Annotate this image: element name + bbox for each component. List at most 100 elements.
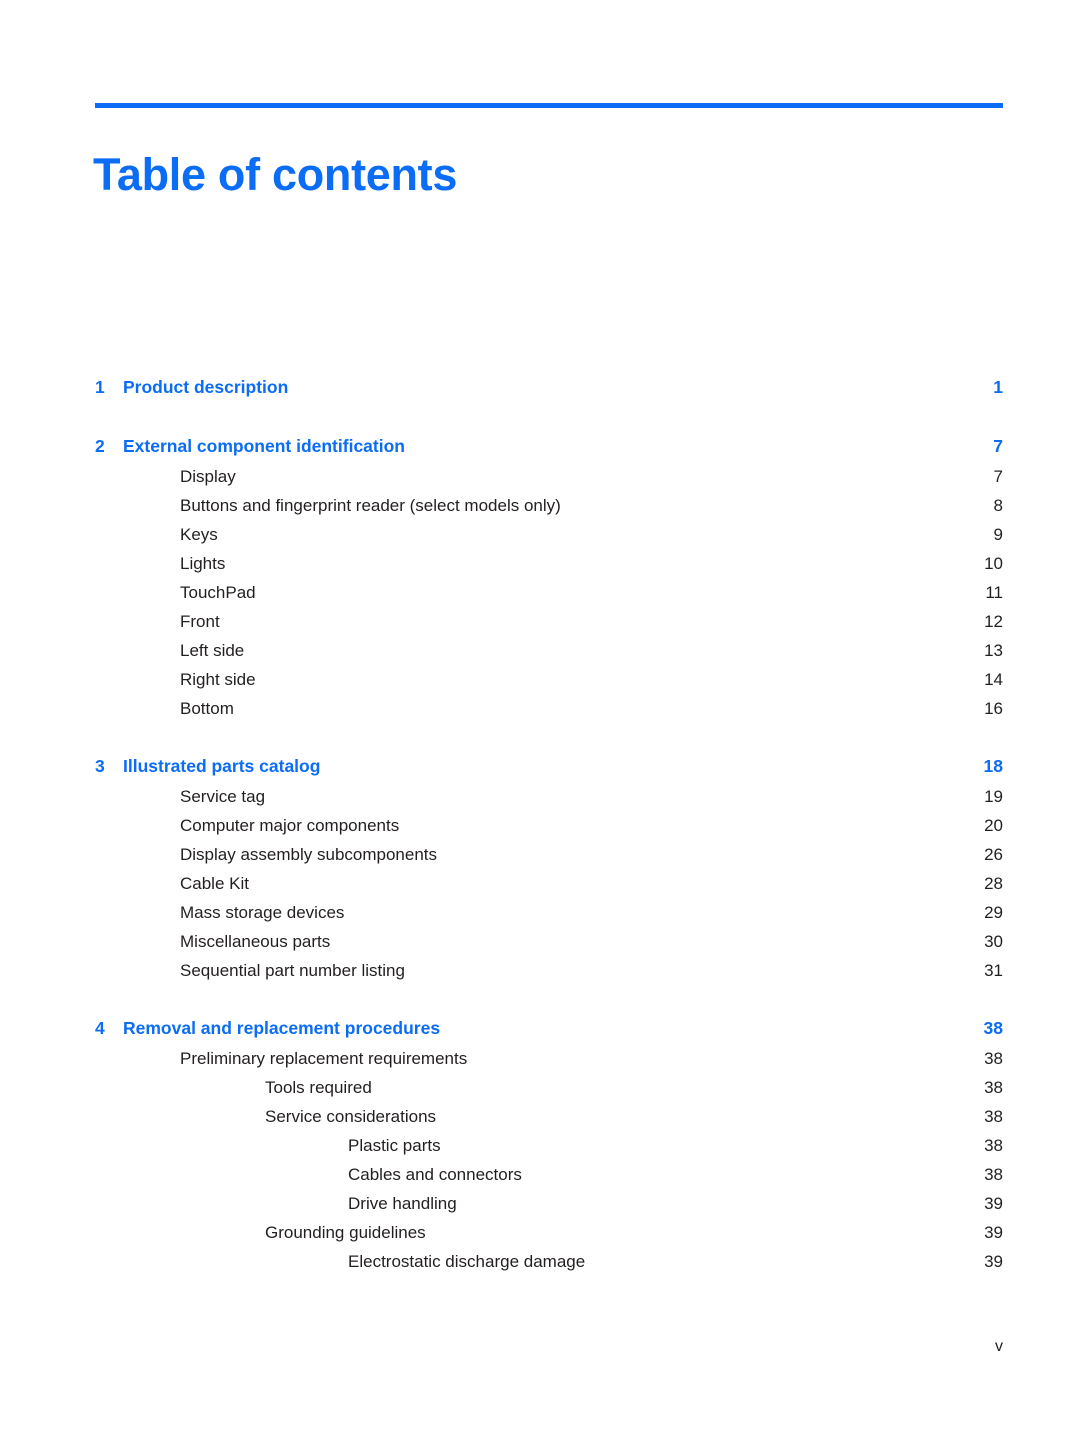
toc-leader-dots: [528, 1163, 957, 1180]
toc-entry-row[interactable]: Drive handling 39: [95, 1189, 1003, 1218]
toc-entry-row[interactable]: Service considerations 38: [95, 1102, 1003, 1131]
toc-entry-label: Product description: [123, 377, 289, 397]
toc-entry-label: Removal and replacement procedures: [123, 1018, 441, 1038]
toc-entry-row[interactable]: Buttons and fingerprint reader (select m…: [95, 491, 1003, 520]
toc-entry-row[interactable]: Lights 10: [95, 549, 1003, 578]
toc-entry-row[interactable]: Computer major components 20: [95, 811, 1003, 840]
toc-page-number: 7: [993, 436, 1003, 456]
toc-entry-row[interactable]: Plastic parts 38: [95, 1131, 1003, 1160]
toc-entry-row[interactable]: Cable Kit 28: [95, 869, 1003, 898]
toc-entry-row[interactable]: Cables and connectors 38: [95, 1160, 1003, 1189]
table-of-contents: 1Product description12External component…: [95, 372, 1003, 1276]
toc-entry-label: Cable Kit: [180, 874, 249, 893]
toc-page-number: 26: [984, 845, 1003, 864]
toc-entry-label: Drive handling: [348, 1194, 457, 1213]
toc-page-number: 38: [984, 1049, 1003, 1068]
toc-entry-label-wrap: Cables and connectors: [95, 1160, 528, 1189]
toc-chapter-row[interactable]: 1 Product description 1: [95, 372, 1003, 403]
toc-entry-row[interactable]: Sequential part number listing 31: [95, 956, 1003, 985]
toc-entry-label-wrap: Drive handling: [95, 1189, 463, 1218]
toc-page-number: 1: [993, 377, 1003, 397]
toc-entry-label-wrap: Tools required: [95, 1073, 378, 1102]
toc-entry-label-wrap: Service tag: [95, 782, 271, 811]
toc-entry-label: Keys: [180, 525, 218, 544]
toc-entry-row[interactable]: Keys 9: [95, 520, 1003, 549]
toc-chapter-row[interactable]: 2 External component identification 7: [95, 431, 1003, 462]
toc-chapter-number: 2: [95, 436, 105, 456]
toc-page-number: 12: [984, 612, 1003, 631]
toc-entry-label-wrap: Bottom: [95, 694, 240, 723]
toc-entry-row[interactable]: Display 7: [95, 462, 1003, 491]
toc-page-number: 19: [984, 787, 1003, 806]
toc-entry-row[interactable]: TouchPad 11: [95, 578, 1003, 607]
toc-entry-label: Computer major components: [180, 816, 400, 835]
page-title: Table of contents: [93, 149, 458, 201]
toc-entry-row[interactable]: Preliminary replacement requirements 38: [95, 1044, 1003, 1073]
toc-entry-row[interactable]: Mass storage devices 29: [95, 898, 1003, 927]
toc-entry-row[interactable]: Electrostatic discharge damage 39: [95, 1247, 1003, 1276]
toc-entry-row[interactable]: Tools required 38: [95, 1073, 1003, 1102]
toc-entry-label: Service tag: [180, 787, 266, 806]
toc-entry-row[interactable]: Front 12: [95, 607, 1003, 636]
toc-entry-row[interactable]: Left side 13: [95, 636, 1003, 665]
toc-page-number: 20: [984, 816, 1003, 835]
toc-page-number: 38: [984, 1078, 1003, 1097]
toc-entry-row[interactable]: Grounding guidelines 39: [95, 1218, 1003, 1247]
toc-entry-label: Preliminary replacement requirements: [180, 1049, 468, 1068]
toc-entry-label-wrap: Service considerations: [95, 1102, 442, 1131]
toc-chapter-row[interactable]: 3 Illustrated parts catalog 18: [95, 751, 1003, 782]
toc-page-number: 39: [984, 1223, 1003, 1242]
toc-leader-dots: [226, 610, 957, 627]
toc-entry-row[interactable]: Service tag 19: [95, 782, 1003, 811]
toc-leader-dots: [271, 785, 957, 802]
toc-entry-label-wrap: Electrostatic discharge damage: [95, 1247, 591, 1276]
toc-page-number: 31: [984, 961, 1003, 980]
toc-entry-label-wrap: Grounding guidelines: [95, 1218, 432, 1247]
toc-leader-dots: [411, 959, 957, 976]
toc-entry-row[interactable]: Bottom 16: [95, 694, 1003, 723]
toc-page-number: 11: [985, 583, 1003, 602]
toc-chapter-row[interactable]: 4 Removal and replacement procedures 38: [95, 1013, 1003, 1044]
toc-entry-label-wrap: Lights: [95, 549, 231, 578]
toc-page-number: 18: [983, 756, 1003, 776]
toc-leader-dots: [240, 697, 957, 714]
toc-entry-label-wrap: External component identification: [123, 431, 411, 462]
toc-leader-dots: [242, 465, 957, 482]
toc-page-number: 16: [984, 699, 1003, 718]
toc-page-number: 29: [984, 903, 1003, 922]
toc-page-number: 28: [984, 874, 1003, 893]
toc-page-number: 38: [984, 1107, 1003, 1126]
toc-leader-dots: [294, 376, 957, 394]
toc-chapter-number: 3: [95, 756, 105, 776]
toc-page-number: 39: [984, 1252, 1003, 1271]
toc-entry-label: Plastic parts: [348, 1136, 441, 1155]
toc-entry-row[interactable]: Display assembly subcomponents 26: [95, 840, 1003, 869]
toc-entry-label-wrap: Front: [95, 607, 226, 636]
toc-page-number: 38: [984, 1136, 1003, 1155]
toc-page-number: 7: [993, 467, 1003, 486]
toc-entry-label: Display assembly subcomponents: [180, 845, 438, 864]
toc-entry-label: Mass storage devices: [180, 903, 345, 922]
title-rule: [95, 103, 1003, 108]
toc-entry-label: Buttons and fingerprint reader (select m…: [180, 496, 561, 515]
toc-entry-label-wrap: Removal and replacement procedures: [123, 1013, 446, 1044]
toc-entry-label: Right side: [180, 670, 256, 689]
toc-section-gap: [95, 985, 1003, 1013]
toc-entry-label: Cables and connectors: [348, 1165, 522, 1184]
toc-entry-label-wrap: TouchPad: [95, 578, 262, 607]
toc-entry-row[interactable]: Right side 14: [95, 665, 1003, 694]
toc-entry-label-wrap: Display: [95, 462, 242, 491]
toc-leader-dots: [463, 1192, 957, 1209]
toc-leader-dots: [447, 1134, 957, 1151]
toc-leader-dots: [473, 1047, 957, 1064]
toc-chapter-number: 1: [95, 377, 105, 397]
toc-entry-label-wrap: Mass storage devices: [95, 898, 350, 927]
toc-entry-row[interactable]: Miscellaneous parts 30: [95, 927, 1003, 956]
toc-leader-dots: [432, 1221, 957, 1238]
toc-entry-label: Left side: [180, 641, 245, 660]
toc-section-gap: [95, 723, 1003, 751]
toc-entry-label: Tools required: [265, 1078, 372, 1097]
toc-page-number: 14: [984, 670, 1003, 689]
toc-leader-dots: [224, 523, 957, 540]
toc-entry-label-wrap: Sequential part number listing: [95, 956, 411, 985]
